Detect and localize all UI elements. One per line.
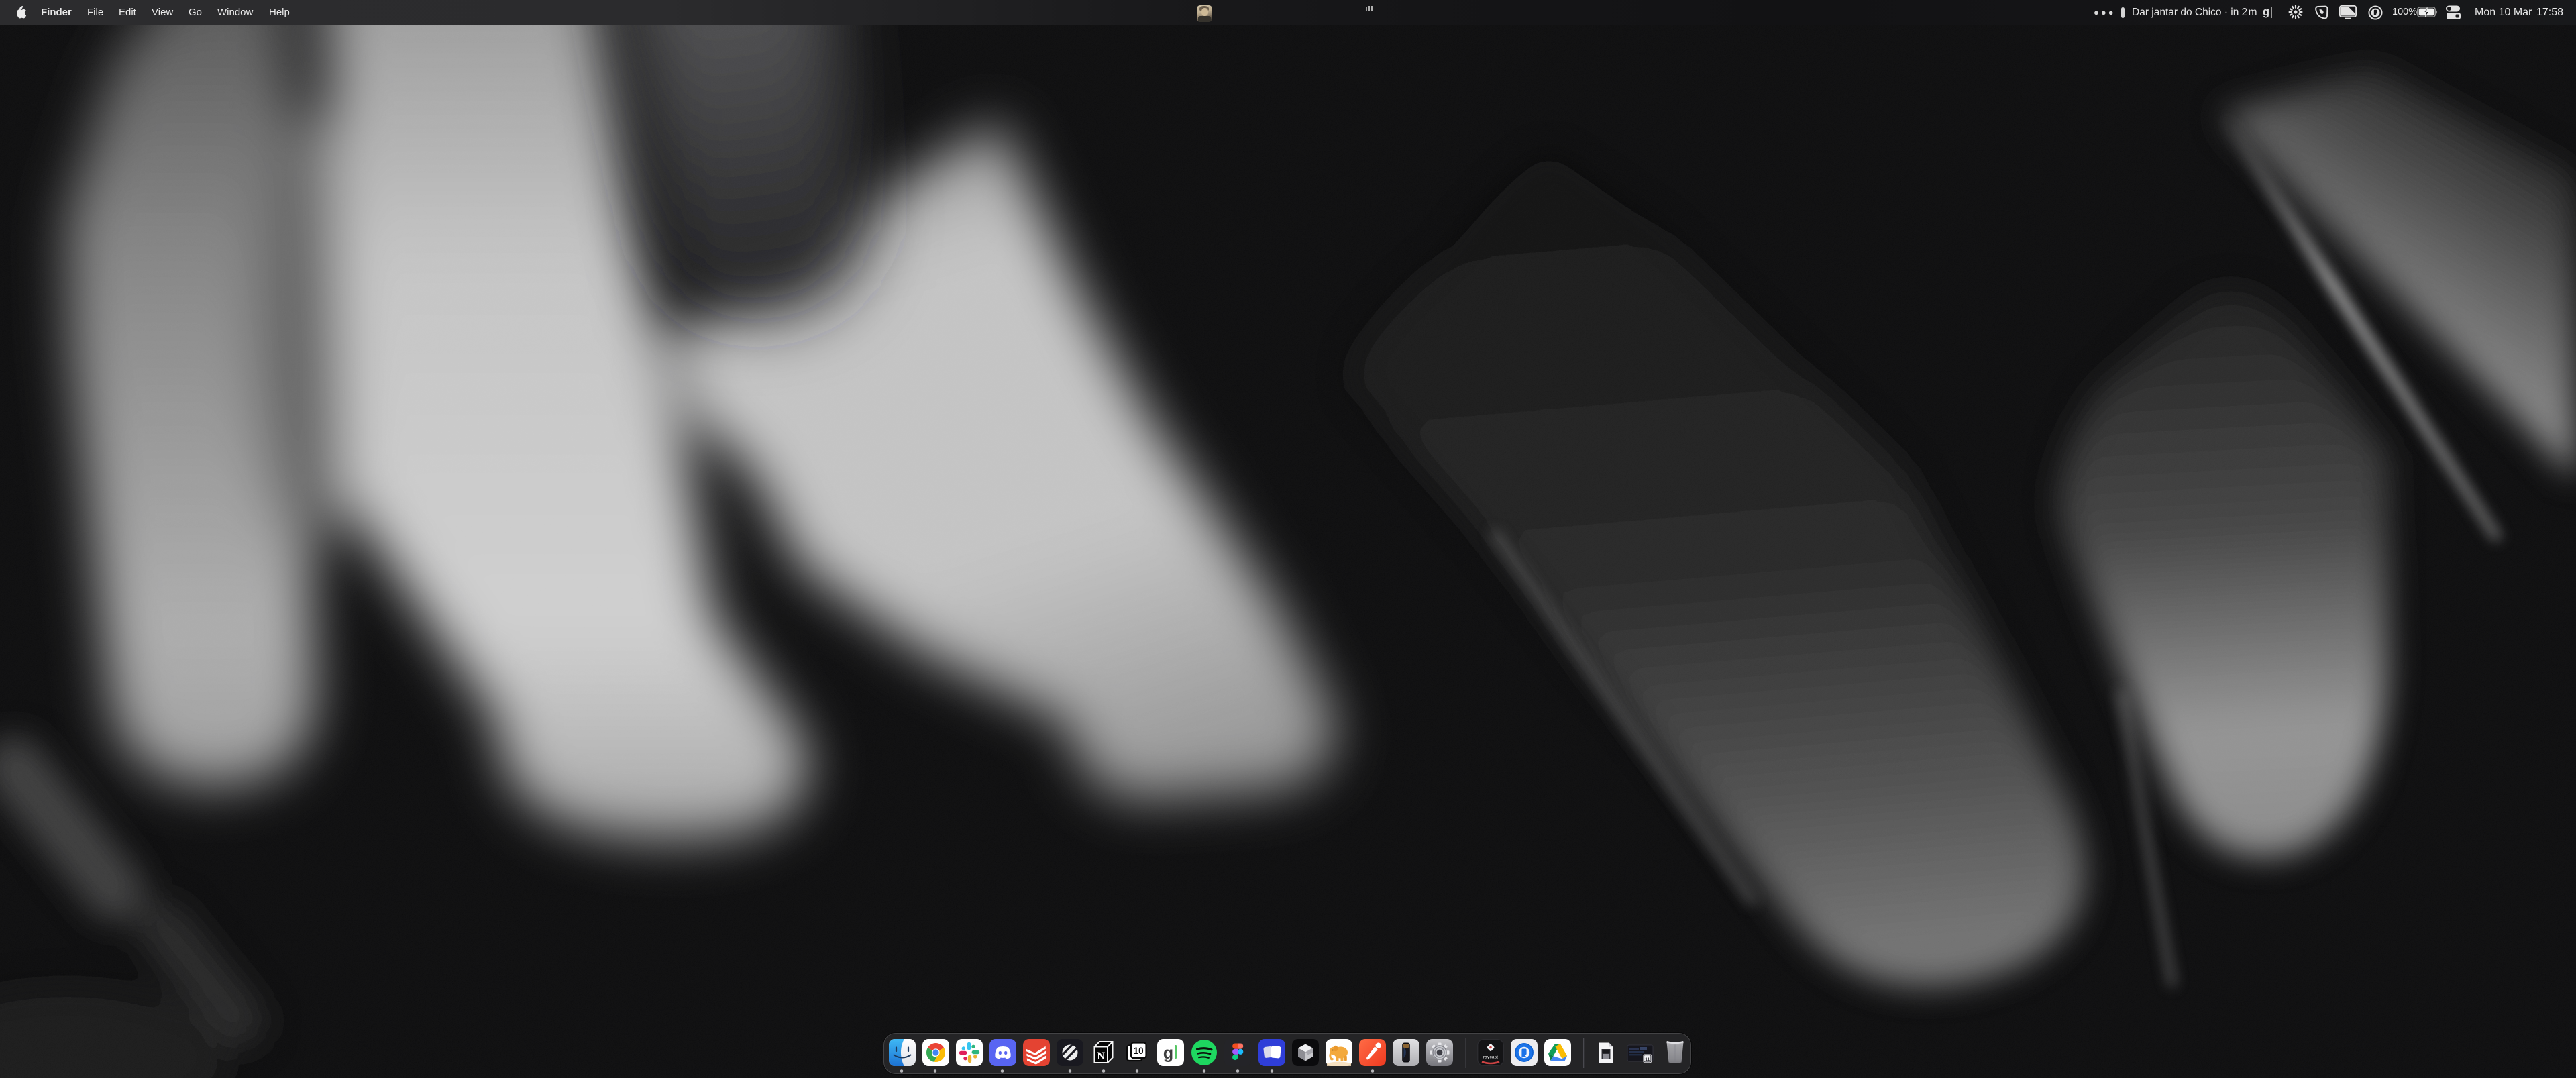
svg-text:g: g [1163,1044,1173,1063]
svg-text:10: 10 [1134,1046,1144,1056]
svg-text:N: N [1097,1050,1105,1062]
svg-text:raycast: raycast [1483,1055,1498,1060]
svg-text:11: 11 [1645,1057,1650,1062]
